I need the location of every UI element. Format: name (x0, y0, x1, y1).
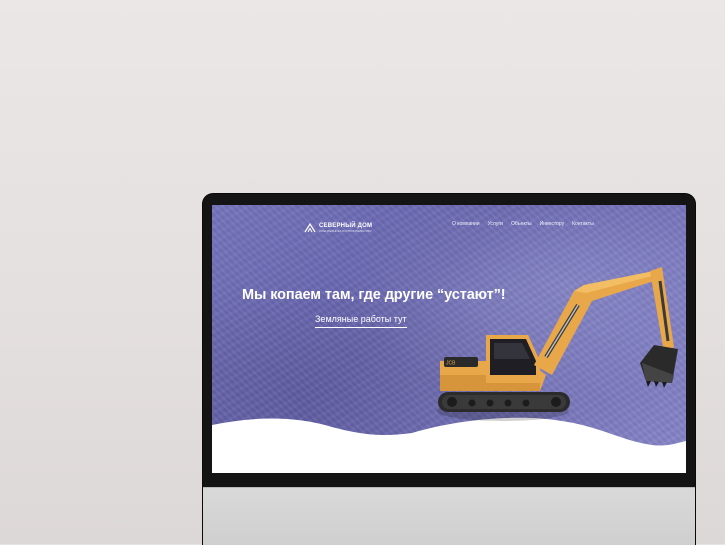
svg-text:JCB: JCB (446, 361, 456, 367)
nav-item-projects[interactable]: Объекты (511, 221, 532, 227)
site-logo[interactable]: СЕВЕРНЫЙ ДОМ СПЕЦТЕХНИКА И СТРОИТЕЛЬСТВО (304, 222, 372, 234)
main-navigation: О компании Услуги Объекты Инвестору Конт… (452, 221, 594, 227)
website-screen: СЕВЕРНЫЙ ДОМ СПЕЦТЕХНИКА И СТРОИТЕЛЬСТВО… (212, 205, 686, 473)
monitor-chin (203, 487, 695, 545)
earthworks-link[interactable]: Земляные работы тут (315, 314, 407, 328)
nav-item-contacts[interactable]: Контакты (572, 221, 594, 227)
logo-tagline: СПЕЦТЕХНИКА И СТРОИТЕЛЬСТВО (319, 229, 372, 233)
excavator-image: JCB (437, 267, 678, 421)
nav-item-about[interactable]: О компании (452, 221, 480, 227)
nav-item-services[interactable]: Услуги (488, 221, 503, 227)
nav-item-investor[interactable]: Инвестору (540, 221, 564, 227)
house-roof-icon (304, 222, 316, 233)
